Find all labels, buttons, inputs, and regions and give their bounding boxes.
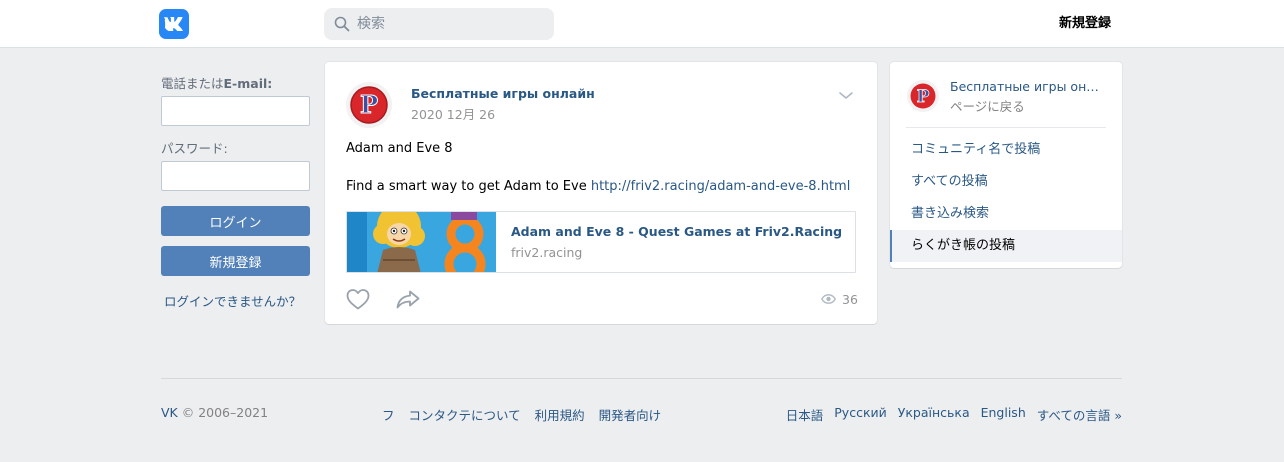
footer-divider [161,378,1122,379]
snippet-domain: friv2.racing [511,245,583,260]
group-avatar[interactable]: P [907,80,939,112]
chevron-down-icon[interactable] [837,88,855,102]
search-input[interactable] [357,8,547,40]
password-label: パスワード: [161,141,228,156]
search-box [324,8,554,40]
eye-icon [821,294,836,304]
views-count: 36 [842,291,858,307]
post-author-link[interactable]: Бесплатные игры онлайн [411,86,595,101]
snippet-title[interactable]: Adam and Eve 8 - Quest Games at Friv2.Ra… [511,224,842,239]
vk-logo-icon[interactable] [159,9,189,39]
snippet-thumbnail [347,212,496,272]
sidebar-item-wall-posts[interactable]: らくがき帳の投稿 [890,230,1122,262]
footer-link-terms[interactable]: 利用規約 [535,405,585,424]
share-icon[interactable] [395,287,421,311]
language-english[interactable]: English [981,405,1026,424]
sidebar-item-all-posts[interactable]: すべての投稿 [890,166,1122,198]
post-text-title: Adam and Eve 8 [346,141,453,156]
views-counter: 36 [821,291,858,307]
post-date[interactable]: 2020 12月 26 [411,104,495,123]
phone-email-field[interactable] [161,96,310,126]
author-avatar[interactable]: P [346,82,392,128]
footer-link-f[interactable]: フ [382,405,395,424]
header-register-link[interactable]: 新規登録 [1059,12,1111,31]
post-link[interactable]: http://friv2.racing/adam-and-eve-8.html [591,179,850,194]
back-to-page-link[interactable]: ページに戻る [950,96,1025,115]
password-field[interactable] [161,161,310,191]
sidebar-item-community-posts[interactable]: コミュニティ名で投稿 [890,134,1122,166]
language-russian[interactable]: Русский [834,405,886,424]
post-text-body: Find a smart way to get Adam to Eve http… [346,179,851,194]
wall-post: P Бесплатные игры онлайн 2020 12月 26 Ada… [325,62,877,324]
footer-links: フ コンタクテについて 利用規約 開発者向け [382,405,661,424]
register-button[interactable]: 新規登録 [161,246,310,276]
login-button[interactable]: ログイン [161,206,310,236]
sidebar-item-search-posts[interactable]: 書き込み検索 [890,198,1122,230]
link-snippet[interactable]: Adam and Eve 8 - Quest Games at Friv2.Ra… [346,211,856,273]
forgot-login-link[interactable]: ログインできませんか？ [164,291,301,310]
svg-text:P: P [917,87,930,107]
top-header: 新規登録 [0,0,1284,48]
language-ukrainian[interactable]: Українська [898,405,970,424]
language-japanese[interactable]: 日本語 [786,405,824,424]
footer-link-about[interactable]: コンタクテについて [409,405,521,424]
svg-text:P: P [360,90,378,119]
footer-languages: 日本語 Русский Українська English すべての言語 » [786,405,1122,424]
heart-icon[interactable] [345,287,371,311]
footer-link-developers[interactable]: 開発者向け [599,405,662,424]
phone-email-label: 電話またはE-mail: [161,76,273,91]
group-name-link[interactable]: Бесплатные игры онлайн [950,79,1105,94]
right-sidebar: P Бесплатные игры онлайн ページに戻る コミュニティ名で… [890,62,1122,268]
footer-copyright: VK © 2006–2021 [161,405,269,420]
sidebar-divider [906,127,1106,128]
search-icon [334,16,350,32]
language-all[interactable]: すべての言語 » [1037,405,1122,424]
